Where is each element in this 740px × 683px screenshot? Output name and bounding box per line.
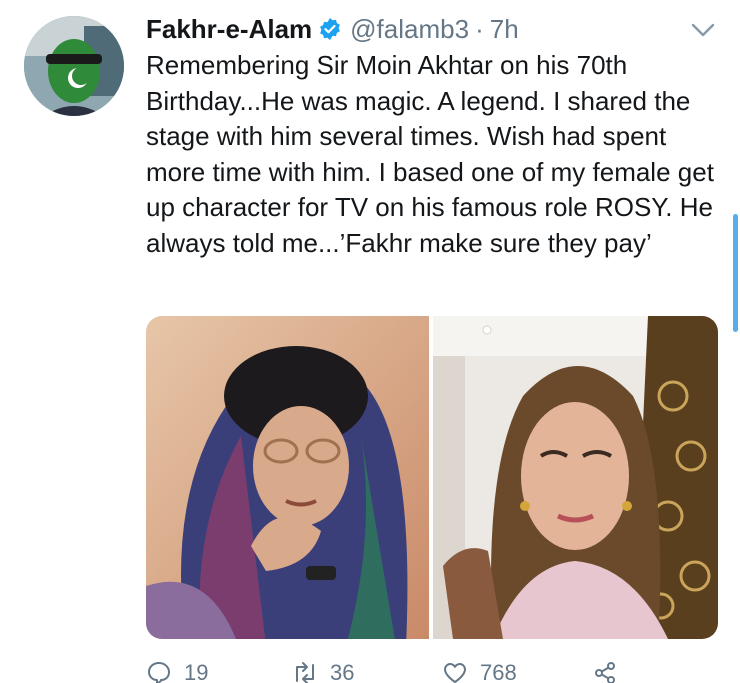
media-grid — [146, 316, 718, 639]
reply-count: 19 — [184, 660, 209, 683]
retweet-count: 36 — [330, 660, 355, 683]
scrollbar[interactable] — [733, 214, 738, 332]
tweet-text: Remembering Sir Moin Akhtar on his 70th … — [146, 50, 714, 258]
verified-badge-icon — [318, 17, 342, 41]
reply-icon — [148, 662, 170, 683]
tweet-header: Fakhr-e-Alam @falamb3 · 7h — [146, 12, 519, 46]
heart-icon — [444, 663, 466, 683]
separator-dot: · — [475, 13, 484, 44]
share-button[interactable] — [592, 660, 630, 683]
retweet-icon — [296, 662, 314, 683]
reply-button[interactable]: 19 — [146, 660, 208, 683]
photo-right[interactable] — [433, 316, 718, 639]
chevron-down-icon[interactable] — [688, 18, 718, 42]
like-button[interactable]: 768 — [442, 660, 517, 683]
photo-left[interactable] — [146, 316, 429, 639]
like-count: 768 — [480, 660, 517, 683]
retweet-button[interactable]: 36 — [292, 660, 354, 683]
share-icon — [595, 662, 615, 683]
display-name[interactable]: Fakhr-e-Alam — [146, 14, 312, 45]
tweet-actions: 19 36 768 — [146, 660, 646, 683]
timestamp[interactable]: 7h — [490, 14, 519, 45]
tweet[interactable]: Fakhr-e-Alam @falamb3 · 7h Remembering S… — [0, 0, 740, 683]
handle[interactable]: @falamb3 — [350, 14, 469, 45]
avatar[interactable] — [24, 16, 124, 116]
